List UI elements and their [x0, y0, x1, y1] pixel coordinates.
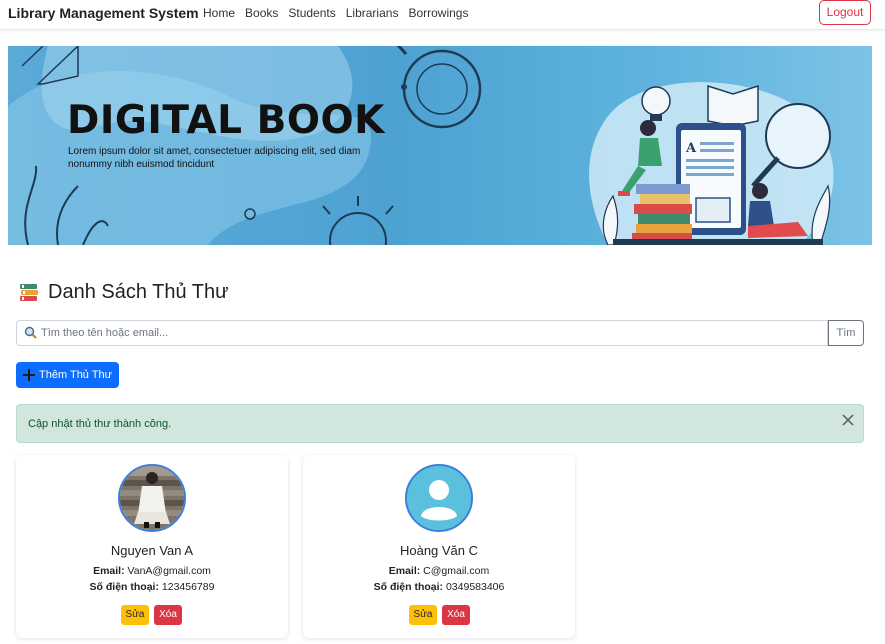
librarian-phone: Số điện thoại: 0349583406	[303, 581, 575, 593]
search-icon	[24, 326, 37, 339]
librarian-name: Hoàng Văn C	[399, 543, 479, 558]
add-librarian-label: Thêm Thủ Thư	[39, 369, 112, 381]
alert-message: Cập nhật thủ thư thành công.	[28, 418, 172, 430]
phone-label: Số điện thoại:	[373, 581, 444, 593]
navbar: Library Management System Home Books Stu…	[0, 0, 885, 30]
plus-icon	[23, 369, 35, 381]
hero-banner: A DIGITAL BOOK Lorem ipsum dolor sit ame…	[8, 46, 872, 245]
edit-button[interactable]: Sửa	[121, 605, 149, 625]
email-value: VanA@gmail.com	[127, 565, 211, 577]
banner-title: DIGITAL BOOK	[67, 98, 385, 143]
librarian-card: Hoàng Văn C Email: C@gmail.com Số điện t…	[303, 455, 575, 638]
nav-link-borrowings[interactable]: Borrowings	[408, 6, 468, 20]
delete-button[interactable]: Xóa	[442, 605, 470, 625]
avatar	[405, 464, 473, 532]
librarian-email: Email: C@gmail.com	[303, 565, 575, 577]
phone-value: 123456789	[161, 581, 215, 593]
logout-button[interactable]: Logout	[819, 0, 871, 25]
search-button[interactable]: Tìm	[828, 320, 864, 346]
delete-button[interactable]: Xóa	[154, 605, 182, 625]
books-icon	[20, 283, 38, 301]
svg-text:A: A	[685, 141, 697, 156]
default-user-icon	[407, 466, 471, 530]
phone-label: Số điện thoại:	[89, 581, 159, 593]
nav-links: Home Books Students Librarians Borrowing…	[203, 6, 468, 20]
page-title: Danh Sách Thủ Thư	[48, 281, 229, 303]
librarian-phone: Số điện thoại: 123456789	[16, 581, 288, 593]
add-librarian-button[interactable]: Thêm Thủ Thư	[16, 362, 119, 388]
email-value: C@gmail.com	[423, 565, 490, 577]
nav-link-home[interactable]: Home	[203, 6, 235, 20]
success-alert: Cập nhật thủ thư thành công.	[16, 404, 864, 443]
search-bar: Tìm	[16, 320, 864, 346]
nav-link-students[interactable]: Students	[288, 6, 335, 20]
nav-link-books[interactable]: Books	[245, 6, 278, 20]
avatar	[118, 464, 186, 532]
page-heading: Danh Sách Thủ Thư	[18, 281, 229, 304]
search-input[interactable]	[16, 320, 828, 346]
librarian-name: Nguyen Van A	[110, 543, 194, 558]
edit-button[interactable]: Sửa	[409, 605, 437, 625]
phone-value: 0349583406	[445, 581, 505, 593]
email-label: Email:	[93, 565, 125, 577]
email-label: Email:	[388, 565, 421, 577]
librarian-card: Nguyen Van A Email: VanA@gmail.com Số đi…	[16, 455, 288, 638]
librarian-email: Email: VanA@gmail.com	[16, 565, 288, 577]
close-icon[interactable]	[841, 413, 855, 427]
banner-subtitle: Lorem ipsum dolor sit amet, consectetuer…	[68, 146, 361, 170]
navbar-brand[interactable]: Library Management System	[8, 5, 199, 21]
nav-link-librarians[interactable]: Librarians	[346, 6, 399, 20]
avatar-photo	[120, 466, 184, 530]
